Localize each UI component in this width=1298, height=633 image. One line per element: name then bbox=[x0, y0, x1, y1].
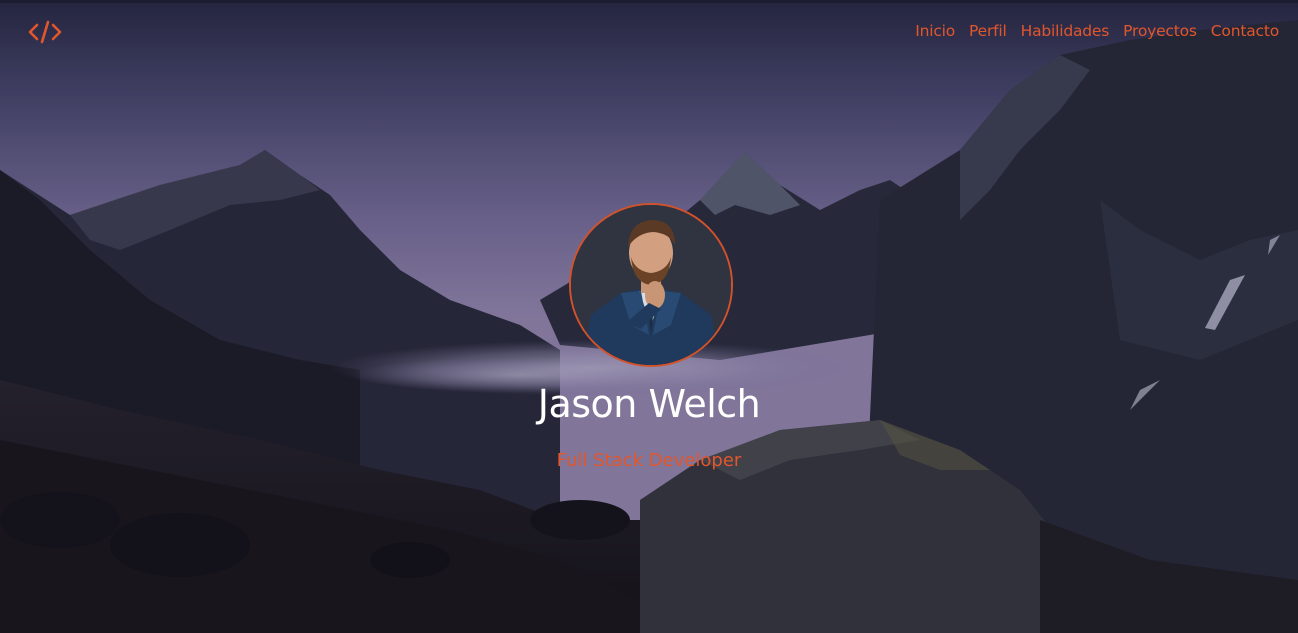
main-nav: Inicio Perfil Habilidades Proyectos Cont… bbox=[915, 20, 1279, 42]
nav-link-contacto[interactable]: Contacto bbox=[1211, 20, 1279, 42]
hero-role: Full Stack Developer bbox=[556, 450, 742, 471]
code-brackets-icon[interactable] bbox=[26, 18, 64, 46]
hero-section: Inicio Perfil Habilidades Proyectos Cont… bbox=[0, 0, 1298, 633]
nav-link-proyectos[interactable]: Proyectos bbox=[1123, 20, 1197, 42]
profile-avatar bbox=[569, 203, 733, 367]
nav-link-perfil[interactable]: Perfil bbox=[969, 20, 1007, 42]
top-border bbox=[0, 0, 1298, 3]
nav-link-inicio[interactable]: Inicio bbox=[915, 20, 955, 42]
nav-link-habilidades[interactable]: Habilidades bbox=[1021, 20, 1110, 42]
hero-name: Jason Welch bbox=[537, 382, 761, 426]
